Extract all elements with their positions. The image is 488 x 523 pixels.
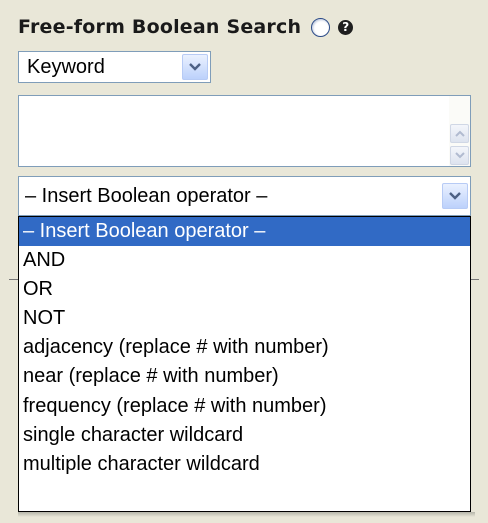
dropdown-option[interactable]: near (replace # with number) [19, 362, 470, 391]
dropdown-option[interactable]: adjacency (replace # with number) [19, 333, 470, 362]
dropdown-option[interactable]: single character wildcard [19, 421, 470, 450]
dropdown-option[interactable]: frequency (replace # with number) [19, 392, 470, 421]
field-select[interactable]: Keyword [18, 51, 211, 83]
chevron-down-icon [449, 192, 461, 200]
search-header: Free-form Boolean Search ? [18, 12, 354, 42]
search-textarea[interactable] [18, 95, 471, 167]
operator-select-arrow[interactable] [442, 183, 468, 209]
dropdown-option[interactable]: multiple character wildcard [19, 450, 470, 479]
help-icon[interactable]: ? [338, 19, 354, 35]
radio-button-icon[interactable] [311, 17, 331, 37]
dropdown-option[interactable]: OR [19, 275, 470, 304]
operator-select-value: – Insert Boolean operator – [25, 185, 268, 207]
scroll-down-button[interactable] [450, 146, 469, 165]
dropdown-option[interactable]: NOT [19, 304, 470, 333]
boolean-operator-dropdown[interactable]: – Insert Boolean operator – AND OR NOT a… [18, 216, 471, 512]
chevron-down-icon [454, 152, 465, 159]
divider-left [9, 279, 18, 280]
boolean-search-panel: Free-form Boolean Search ? Keyword – Ins… [0, 0, 488, 523]
divider-right [471, 279, 479, 280]
textarea-scrollbar[interactable] [449, 96, 470, 166]
scroll-up-button[interactable] [450, 124, 469, 143]
chevron-down-icon [189, 63, 201, 71]
field-select-arrow[interactable] [182, 54, 208, 80]
chevron-up-icon [454, 130, 465, 137]
dropdown-option[interactable]: AND [19, 246, 470, 275]
boolean-operator-select[interactable]: – Insert Boolean operator – [18, 176, 471, 216]
search-title: Free-form Boolean Search [18, 16, 302, 38]
field-select-value: Keyword [27, 56, 105, 78]
dropdown-shadow [18, 512, 475, 517]
dropdown-option[interactable]: – Insert Boolean operator – [19, 217, 470, 247]
